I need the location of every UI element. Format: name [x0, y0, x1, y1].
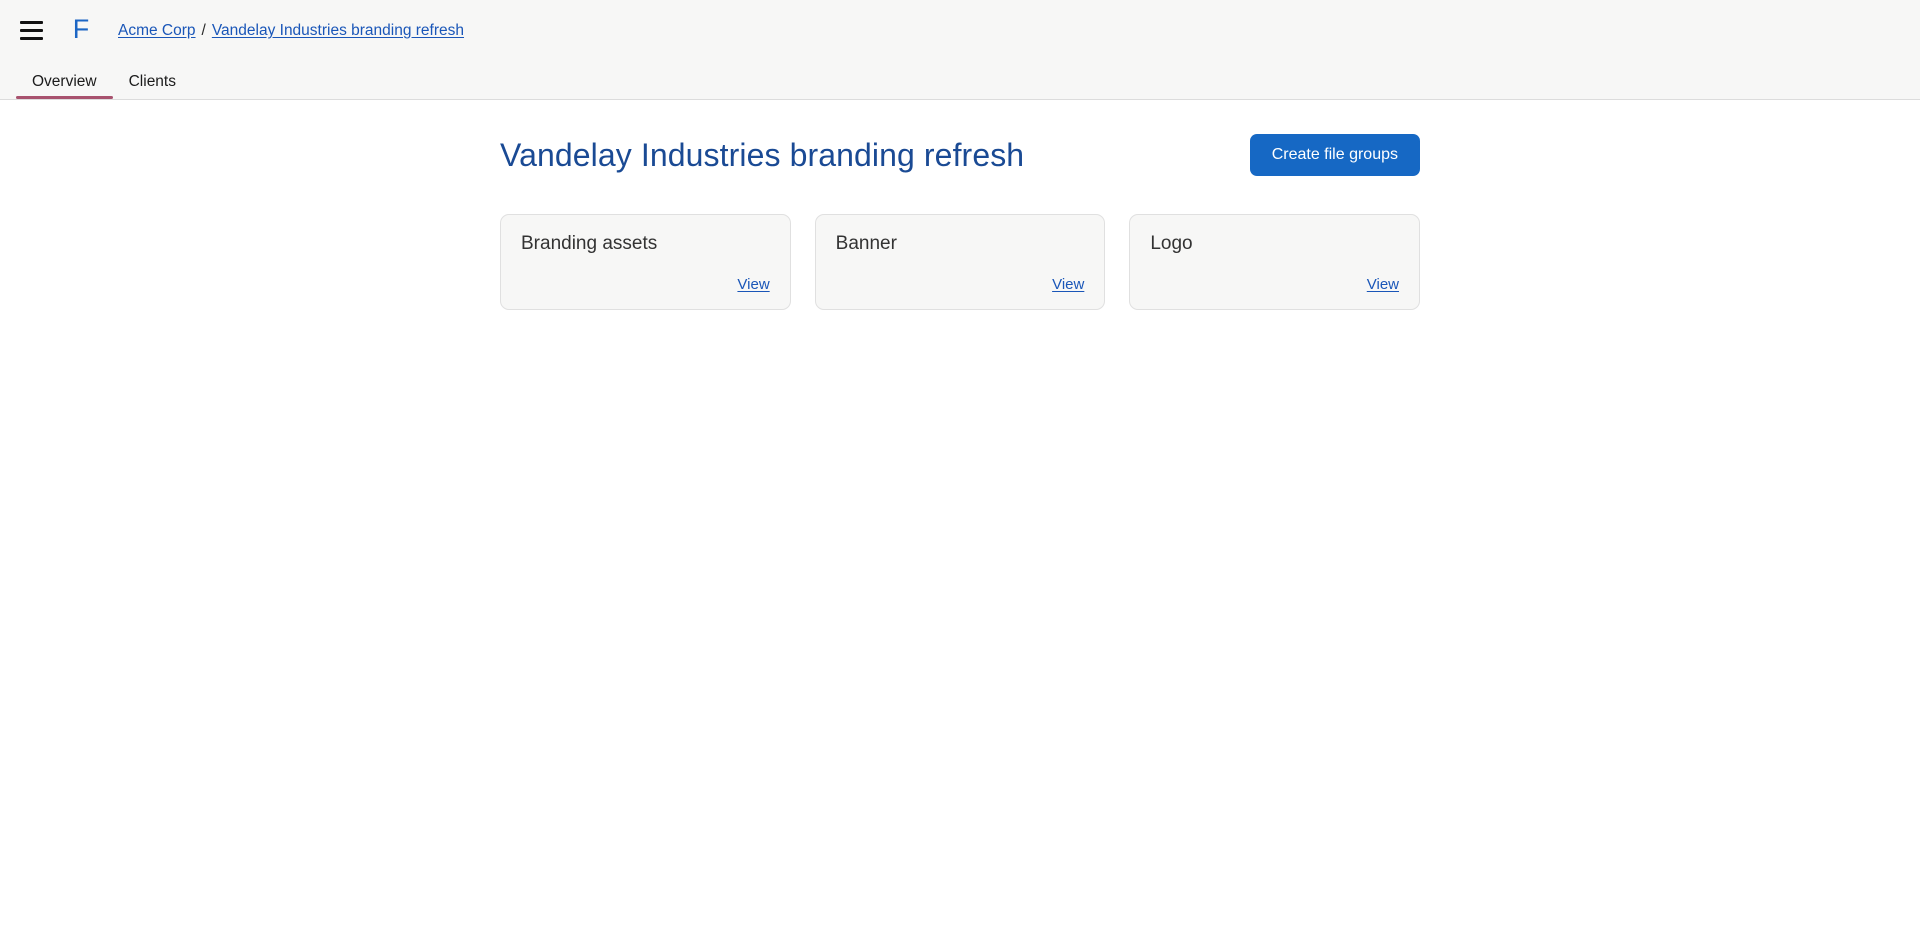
main-content: Vandelay Industries branding refresh Cre…: [0, 100, 1920, 310]
breadcrumb-link-root[interactable]: Acme Corp: [118, 22, 196, 40]
file-groups-grid: Branding assets View Banner View Logo Vi…: [500, 214, 1421, 310]
file-group-card-title: Branding assets: [521, 233, 658, 254]
breadcrumb: Acme Corp / Vandelay Industries branding…: [118, 22, 464, 40]
app-header: F Acme Corp / Vandelay Industries brandi…: [0, 0, 1920, 100]
file-group-card-title: Banner: [835, 233, 897, 254]
file-group-card-branding-assets[interactable]: Branding assets View: [500, 214, 791, 310]
brand-logo-letter: F: [72, 14, 90, 45]
hamburger-menu-icon[interactable]: [14, 14, 48, 48]
file-group-card-logo[interactable]: Logo View: [1129, 214, 1421, 310]
tab-clients[interactable]: Clients: [113, 72, 192, 100]
tab-clients-label: Clients: [128, 72, 176, 90]
brand-logo-icon[interactable]: F: [64, 16, 98, 43]
file-group-card-title: Logo: [1150, 233, 1193, 254]
breadcrumb-separator: /: [201, 21, 206, 39]
header-top-row: F Acme Corp / Vandelay Industries brandi…: [0, 0, 1920, 61]
view-link-branding-assets[interactable]: View: [737, 276, 769, 293]
file-group-card-banner[interactable]: Banner View: [814, 214, 1106, 310]
breadcrumb-link-current[interactable]: Vandelay Industries branding refresh: [212, 22, 464, 40]
create-file-groups-button[interactable]: Create file groups: [1249, 134, 1420, 176]
page-header-row: Vandelay Industries branding refresh Cre…: [500, 118, 1420, 176]
hamburger-bar-1: [19, 21, 43, 25]
tab-clients-active-indicator: [113, 96, 192, 99]
file-group-card-actions: View: [521, 276, 769, 293]
content-container: Vandelay Industries branding refresh Cre…: [500, 118, 1421, 310]
file-group-card-actions: View: [1150, 276, 1399, 293]
file-group-card-actions: View: [836, 276, 1084, 293]
tab-overview-active-indicator: [16, 96, 113, 99]
tab-overview[interactable]: Overview: [16, 72, 113, 99]
page-title: Vandelay Industries branding refresh: [500, 136, 1025, 173]
hamburger-bar-2: [19, 29, 43, 33]
hamburger-bar-3: [19, 37, 43, 41]
tab-overview-label: Overview: [32, 72, 97, 90]
view-link-logo[interactable]: View: [1367, 276, 1399, 293]
tab-bar: Overview Clients: [0, 61, 1920, 99]
view-link-banner[interactable]: View: [1052, 276, 1084, 293]
